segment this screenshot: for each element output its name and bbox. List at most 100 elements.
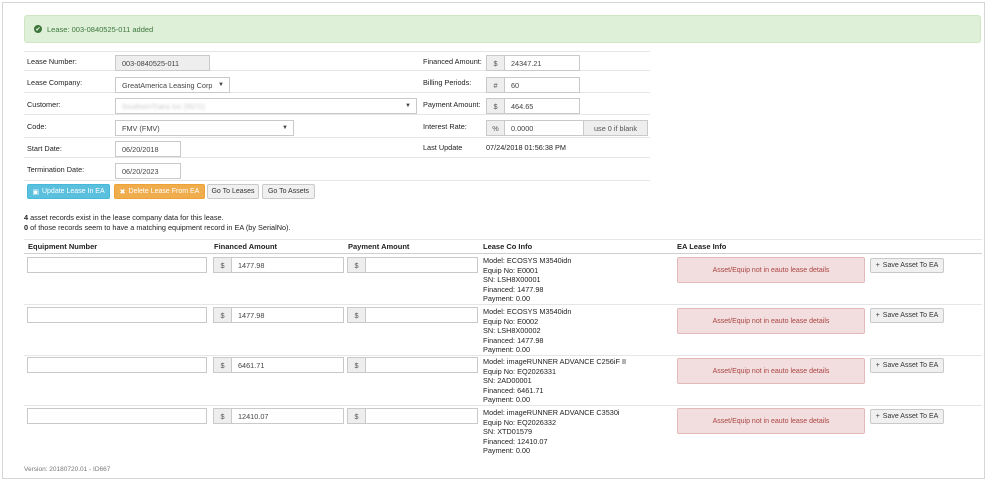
- row-payment-input[interactable]: [365, 307, 478, 323]
- save-asset-button[interactable]: + Save Asset To EA: [870, 308, 944, 323]
- table-top-border: [24, 239, 982, 240]
- goto-leases-button[interactable]: Go To Leases: [207, 184, 259, 199]
- dollar-addon: $: [213, 307, 232, 323]
- col-lease-co-info: Lease Co Info: [483, 242, 533, 251]
- equipment-number-input[interactable]: [27, 307, 207, 323]
- caret-down-icon: ▼: [282, 125, 288, 131]
- lease-co-payment: Payment: 0.00: [483, 294, 531, 304]
- lease-co-equip: Equip No: EQ2026332: [483, 417, 557, 427]
- row-financed-input[interactable]: 1477.98: [231, 257, 344, 273]
- dollar-addon: $: [347, 357, 366, 373]
- termination-date-label: Termination Date:: [27, 165, 85, 174]
- row-divider: [24, 405, 982, 406]
- row-financed-input[interactable]: 12410.07: [231, 408, 344, 424]
- equipment-number-input[interactable]: [27, 257, 207, 273]
- form-divider: [24, 180, 650, 181]
- lease-co-financed: Financed: 6461.71: [483, 385, 544, 395]
- termination-date-input[interactable]: 06/20/2023: [115, 163, 181, 179]
- start-date-input[interactable]: 06/20/2018: [115, 141, 181, 157]
- plus-icon: +: [875, 413, 880, 420]
- customer-value: SouthernTrans Inc (5572): [122, 101, 205, 111]
- lease-company-label: Lease Company:: [27, 78, 83, 87]
- lease-co-equip: Equip No: EQ2026331: [483, 366, 557, 376]
- lease-co-payment: Payment: 0.00: [483, 345, 531, 355]
- interest-rate-label: Interest Rate:: [423, 122, 467, 131]
- plus-icon: +: [875, 312, 880, 319]
- save-asset-label: Save Asset To EA: [882, 362, 939, 369]
- code-value: FMV (FMV): [122, 123, 160, 133]
- ea-status-alert: Asset/Equip not in eauto lease details: [677, 257, 865, 283]
- customer-select[interactable]: SouthernTrans Inc (5572) ▼: [115, 98, 417, 114]
- customer-label: Customer:: [27, 100, 61, 109]
- lease-company-value: GreatAmerica Leasing Corp: [122, 80, 213, 90]
- caret-down-icon: ▼: [218, 82, 224, 88]
- col-payment-amount: Payment Amount: [348, 242, 410, 251]
- form-divider: [24, 157, 650, 158]
- financed-amount-label: Financed Amount:: [423, 57, 482, 66]
- lease-co-model: Model: ECOSYS M3540idn: [483, 307, 572, 316]
- lease-number-label: Lease Number:: [27, 57, 77, 66]
- row-financed-input[interactable]: 1477.98: [231, 307, 344, 323]
- version-footer: Version: 20180720.01 - ID667: [24, 466, 111, 473]
- dollar-addon: $: [486, 98, 505, 114]
- success-alert: ✔ Lease: 003-0840525-011 added: [24, 15, 981, 43]
- lease-co-sn: SN: XTD01579: [483, 427, 533, 437]
- dollar-addon: $: [347, 307, 366, 323]
- lease-co-sn: SN: 2AD00001: [483, 376, 532, 386]
- delete-lease-label: Delete Lease From EA: [128, 188, 200, 195]
- lease-co-payment: Payment: 0.00: [483, 395, 531, 405]
- code-select[interactable]: FMV (FMV) ▼: [115, 120, 294, 136]
- interest-rate-input[interactable]: 0.0000: [504, 120, 584, 136]
- financed-amount-input[interactable]: 24347.21: [504, 55, 580, 71]
- equipment-number-input[interactable]: [27, 357, 207, 373]
- col-financed-amount: Financed Amount: [214, 242, 278, 251]
- form-divider: [24, 51, 650, 52]
- form-divider: [24, 114, 650, 115]
- summary-text-1: asset records exist in the lease company…: [28, 213, 224, 222]
- caret-down-icon: ▼: [405, 103, 411, 109]
- summary-line-2: 0 of those records seem to have a matchi…: [24, 223, 290, 232]
- save-asset-button[interactable]: + Save Asset To EA: [870, 258, 944, 273]
- row-payment-input[interactable]: [365, 257, 478, 273]
- lease-co-financed: Financed: 1477.98: [483, 335, 544, 345]
- dollar-addon: $: [213, 408, 232, 424]
- save-asset-label: Save Asset To EA: [882, 312, 939, 319]
- update-lease-button[interactable]: ▣ Update Lease In EA: [27, 184, 110, 199]
- save-asset-label: Save Asset To EA: [882, 413, 939, 420]
- last-update-value: 07/24/2018 01:56:38 PM: [486, 143, 566, 152]
- save-asset-button[interactable]: + Save Asset To EA: [870, 409, 944, 424]
- lease-co-model: Model: ECOSYS M3540idn: [483, 256, 572, 265]
- row-divider: [24, 355, 982, 356]
- code-label: Code:: [27, 122, 47, 131]
- save-asset-button[interactable]: + Save Asset To EA: [870, 358, 944, 373]
- ea-status-alert: Asset/Equip not in eauto lease details: [677, 358, 865, 384]
- row-divider: [24, 304, 982, 305]
- ea-status-alert: Asset/Equip not in eauto lease details: [677, 408, 865, 434]
- billing-periods-input[interactable]: 60: [504, 77, 580, 93]
- lease-co-equip: Equip No: E0001: [483, 265, 539, 275]
- last-update-label: Last Update: [423, 143, 463, 152]
- lease-company-select[interactable]: GreatAmerica Leasing Corp ▼: [115, 77, 230, 93]
- plus-icon: +: [875, 262, 880, 269]
- alert-text: Lease: 003-0840525-011 added: [47, 24, 154, 34]
- save-asset-label: Save Asset To EA: [882, 262, 939, 269]
- lease-co-equip: Equip No: E0002: [483, 316, 539, 326]
- payment-amount-label: Payment Amount:: [423, 100, 481, 109]
- goto-assets-button[interactable]: Go To Assets: [262, 184, 315, 199]
- billing-periods-label: Billing Periods:: [423, 78, 472, 87]
- payment-amount-input[interactable]: 464.65: [504, 98, 580, 114]
- row-financed-input[interactable]: 6461.71: [231, 357, 344, 373]
- row-payment-input[interactable]: [365, 357, 478, 373]
- dollar-addon: $: [213, 357, 232, 373]
- plus-icon: +: [875, 362, 880, 369]
- delete-lease-button[interactable]: ✖ Delete Lease From EA: [114, 184, 205, 199]
- lease-co-model: Model: imageRUNNER ADVANCE C256iF II: [483, 357, 627, 366]
- row-payment-input[interactable]: [365, 408, 478, 424]
- equipment-number-input[interactable]: [27, 408, 207, 424]
- dollar-addon: $: [213, 257, 232, 273]
- dollar-addon: $: [347, 257, 366, 273]
- lease-co-financed: Financed: 1477.98: [483, 284, 544, 294]
- start-date-label: Start Date:: [27, 144, 62, 153]
- close-icon: ✖: [119, 188, 126, 196]
- lease-number-input[interactable]: 003-0840525-011: [115, 55, 210, 71]
